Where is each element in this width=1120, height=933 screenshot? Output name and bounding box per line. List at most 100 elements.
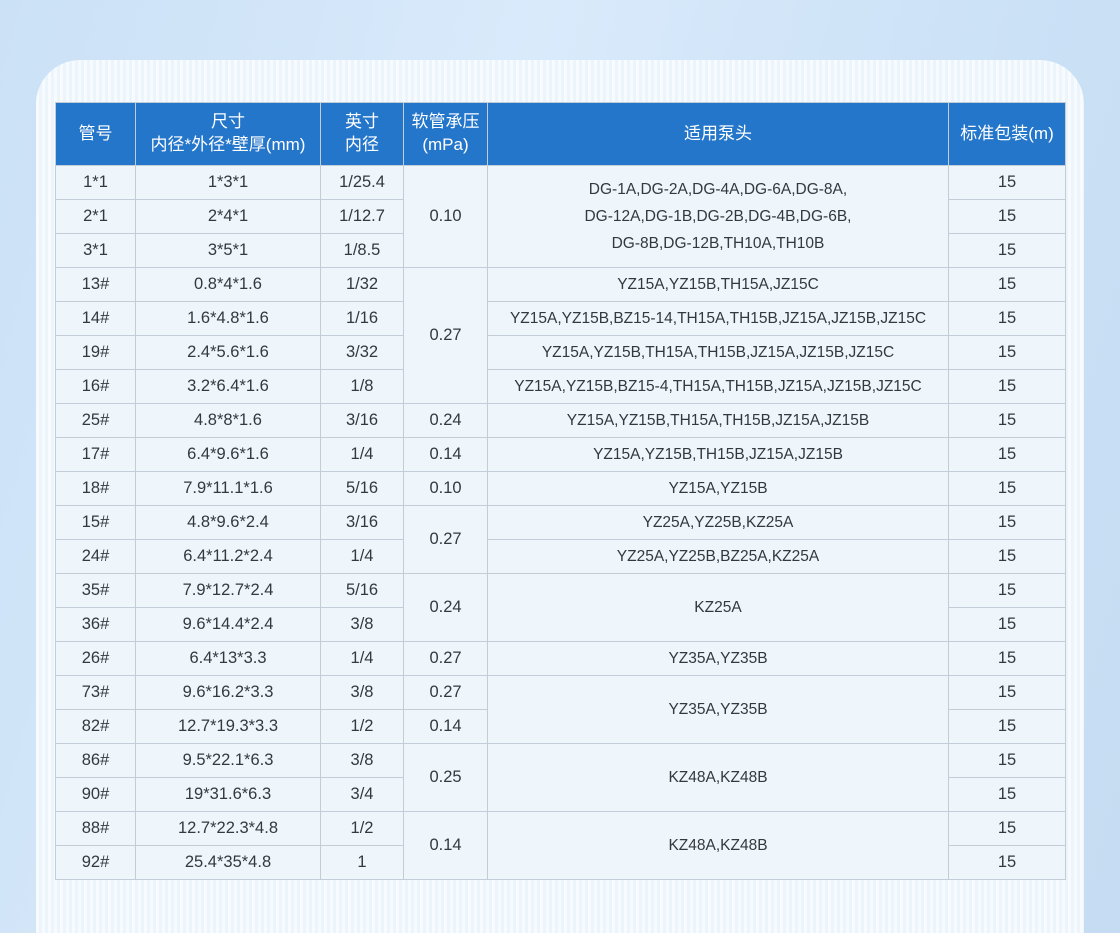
inch-diameter-cell: 1 [321, 846, 404, 880]
tube-no-cell: 36# [56, 608, 136, 642]
tube-no-cell: 73# [56, 676, 136, 710]
packing-cell: 15 [949, 302, 1066, 336]
pump-heads-cell: YZ15A,YZ15B [488, 472, 949, 506]
size-cell: 2.4*5.6*1.6 [136, 336, 321, 370]
tube-no-cell: 1*1 [56, 166, 136, 200]
size-cell: 4.8*8*1.6 [136, 404, 321, 438]
table-row: 86#9.5*22.1*6.33/80.25KZ48A,KZ48B15 [56, 744, 1066, 778]
header-packing: 标准包装(m) [949, 103, 1066, 166]
packing-cell: 15 [949, 200, 1066, 234]
pressure-cell: 0.27 [404, 268, 488, 404]
pressure-cell: 0.27 [404, 642, 488, 676]
pressure-cell: 0.27 [404, 506, 488, 574]
pressure-cell: 0.24 [404, 404, 488, 438]
pressure-cell: 0.24 [404, 574, 488, 642]
pump-heads-cell: YZ35A,YZ35B [488, 642, 949, 676]
table-row: 14#1.6*4.8*1.61/16YZ15A,YZ15B,BZ15-14,TH… [56, 302, 1066, 336]
inch-diameter-cell: 3/32 [321, 336, 404, 370]
pump-heads-cell: YZ15A,YZ15B,BZ15-14,TH15A,TH15B,JZ15A,JZ… [488, 302, 949, 336]
tube-no-cell: 19# [56, 336, 136, 370]
inch-diameter-cell: 1/4 [321, 642, 404, 676]
tube-no-cell: 2*1 [56, 200, 136, 234]
table-header: 管号 尺寸 内径*外径*壁厚(mm) 英寸 内径 软管承压 (mPa) 适用泵头… [56, 103, 1066, 166]
size-cell: 1.6*4.8*1.6 [136, 302, 321, 336]
tube-no-cell: 90# [56, 778, 136, 812]
tube-no-cell: 3*1 [56, 234, 136, 268]
inch-diameter-cell: 1/25.4 [321, 166, 404, 200]
packing-cell: 15 [949, 540, 1066, 574]
packing-cell: 15 [949, 676, 1066, 710]
table-row: 73#9.6*16.2*3.33/80.27YZ35A,YZ35B15 [56, 676, 1066, 710]
inch-diameter-cell: 1/4 [321, 438, 404, 472]
table-row: 88#12.7*22.3*4.81/20.14KZ48A,KZ48B15 [56, 812, 1066, 846]
tube-no-cell: 14# [56, 302, 136, 336]
pump-heads-cell: YZ35A,YZ35B [488, 676, 949, 744]
size-cell: 25.4*35*4.8 [136, 846, 321, 880]
header-pressure-line1: 软管承压 [408, 111, 483, 134]
pressure-cell: 0.14 [404, 812, 488, 880]
size-cell: 4.8*9.6*2.4 [136, 506, 321, 540]
header-size-line1: 尺寸 [140, 111, 316, 134]
pressure-cell: 0.10 [404, 166, 488, 268]
pump-heads-cell: YZ25A,YZ25B,BZ25A,KZ25A [488, 540, 949, 574]
pump-heads-cell: YZ15A,YZ15B,TH15A,TH15B,JZ15A,JZ15B,JZ15… [488, 336, 949, 370]
header-size-line2: 内径*外径*壁厚(mm) [140, 134, 316, 157]
table-row: 18#7.9*11.1*1.65/160.10YZ15A,YZ15B15 [56, 472, 1066, 506]
size-cell: 7.9*11.1*1.6 [136, 472, 321, 506]
inch-diameter-cell: 1/4 [321, 540, 404, 574]
header-size: 尺寸 内径*外径*壁厚(mm) [136, 103, 321, 166]
packing-cell: 15 [949, 778, 1066, 812]
tube-no-cell: 25# [56, 404, 136, 438]
inch-diameter-cell: 1/12.7 [321, 200, 404, 234]
tube-no-cell: 88# [56, 812, 136, 846]
packing-cell: 15 [949, 234, 1066, 268]
header-pressure: 软管承压 (mPa) [404, 103, 488, 166]
packing-cell: 15 [949, 574, 1066, 608]
size-cell: 0.8*4*1.6 [136, 268, 321, 302]
packing-cell: 15 [949, 608, 1066, 642]
size-cell: 9.6*14.4*2.4 [136, 608, 321, 642]
size-cell: 6.4*11.2*2.4 [136, 540, 321, 574]
inch-diameter-cell: 3/8 [321, 744, 404, 778]
size-cell: 1*3*1 [136, 166, 321, 200]
inch-diameter-cell: 1/8 [321, 370, 404, 404]
size-cell: 6.4*9.6*1.6 [136, 438, 321, 472]
pressure-cell: 0.25 [404, 744, 488, 812]
table-row: 26#6.4*13*3.31/40.27YZ35A,YZ35B15 [56, 642, 1066, 676]
size-cell: 12.7*22.3*4.8 [136, 812, 321, 846]
header-inch: 英寸 内径 [321, 103, 404, 166]
tube-no-cell: 26# [56, 642, 136, 676]
size-cell: 3.2*6.4*1.6 [136, 370, 321, 404]
header-row: 管号 尺寸 内径*外径*壁厚(mm) 英寸 内径 软管承压 (mPa) 适用泵头… [56, 103, 1066, 166]
pump-heads-cell: YZ15A,YZ15B,TH15A,TH15B,JZ15A,JZ15B [488, 404, 949, 438]
pump-heads-cell: YZ15A,YZ15B,BZ15-4,TH15A,TH15B,JZ15A,JZ1… [488, 370, 949, 404]
inch-diameter-cell: 1/8.5 [321, 234, 404, 268]
pressure-cell: 0.14 [404, 438, 488, 472]
pump-heads-cell: YZ25A,YZ25B,KZ25A [488, 506, 949, 540]
packing-cell: 15 [949, 438, 1066, 472]
inch-diameter-cell: 3/16 [321, 404, 404, 438]
table-row: 19#2.4*5.6*1.63/32 YZ15A,YZ15B,TH15A,TH15… [56, 336, 1066, 370]
inch-diameter-cell: 1/2 [321, 710, 404, 744]
pump-heads-cell: KZ48A,KZ48B [488, 812, 949, 880]
tube-no-cell: 35# [56, 574, 136, 608]
table-body: 1*11*3*11/25.40.10DG-1A,DG-2A,DG-4A,DG-6… [56, 166, 1066, 880]
tube-no-cell: 82# [56, 710, 136, 744]
header-inch-line1: 英寸 [325, 111, 399, 134]
pump-heads-cell: YZ15A,YZ15B,TH15A,JZ15C [488, 268, 949, 302]
tube-no-cell: 13# [56, 268, 136, 302]
pressure-cell: 0.14 [404, 710, 488, 744]
tube-no-cell: 18# [56, 472, 136, 506]
packing-cell: 15 [949, 812, 1066, 846]
pressure-cell: 0.27 [404, 676, 488, 710]
pump-heads-cell: KZ25A [488, 574, 949, 642]
size-cell: 3*5*1 [136, 234, 321, 268]
packing-cell: 15 [949, 744, 1066, 778]
packing-cell: 15 [949, 710, 1066, 744]
packing-cell: 15 [949, 268, 1066, 302]
tube-no-cell: 24# [56, 540, 136, 574]
size-cell: 12.7*19.3*3.3 [136, 710, 321, 744]
table-row: 16#3.2*6.4*1.61/8YZ15A,YZ15B,BZ15-4,TH15… [56, 370, 1066, 404]
tube-no-cell: 92# [56, 846, 136, 880]
packing-cell: 15 [949, 370, 1066, 404]
